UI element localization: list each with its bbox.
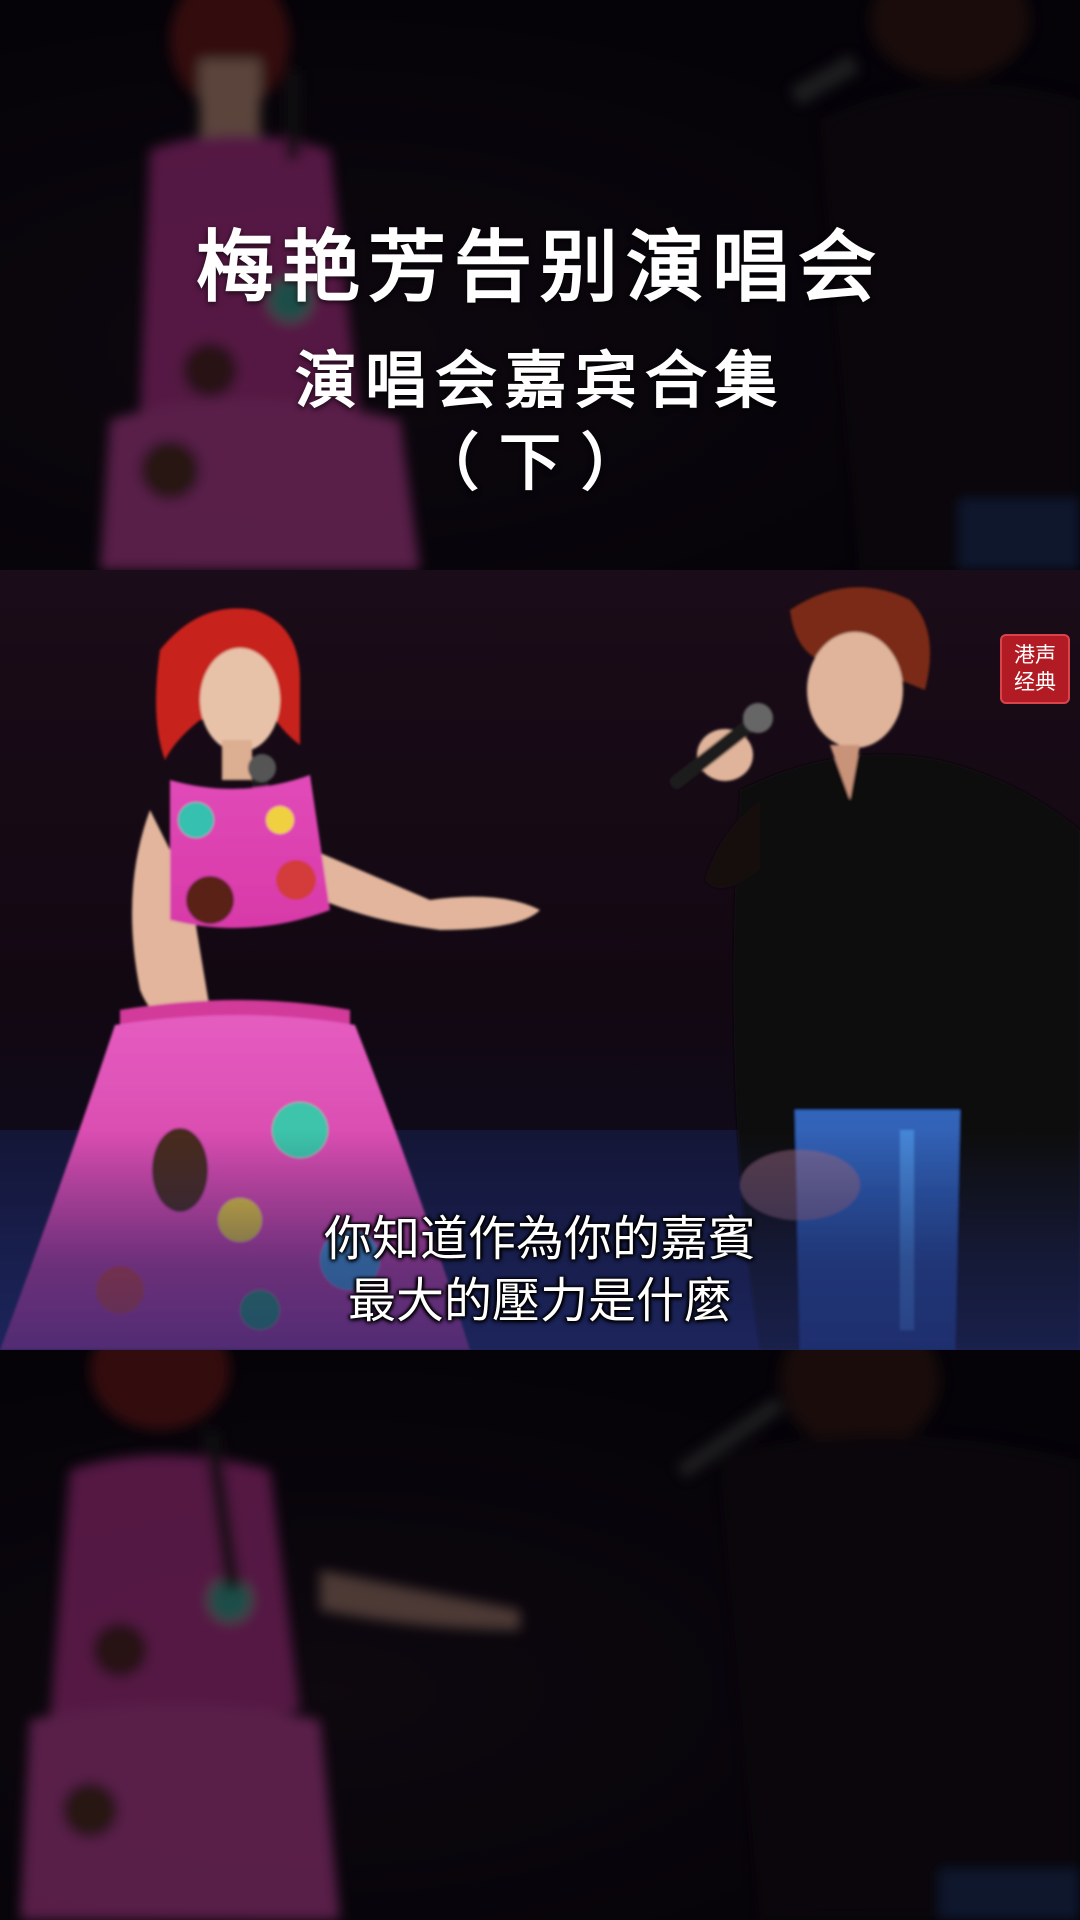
- video-subtitle: 演唱会嘉宾合集: [294, 344, 785, 417]
- blurred-background-bottom: [0, 1350, 1080, 1920]
- subtitle-line-2: 最大的壓力是什麼: [347, 1273, 732, 1329]
- channel-watermark-badge: 港声 经典: [1000, 634, 1070, 704]
- video-part-label: （下）: [416, 426, 663, 499]
- watermark-line-2: 经典: [1014, 670, 1056, 694]
- watermark-line-1: 港声: [1014, 643, 1056, 667]
- video-post: 梅艳芳告别演唱会 演唱会嘉宾合集 （下） 港声 经典 你知道作為你的嘉賓 最大的…: [0, 0, 1080, 1920]
- subtitle-line-1: 你知道作為你的嘉賓: [323, 1211, 756, 1267]
- video-title: 梅艳芳告别演唱会: [195, 222, 884, 313]
